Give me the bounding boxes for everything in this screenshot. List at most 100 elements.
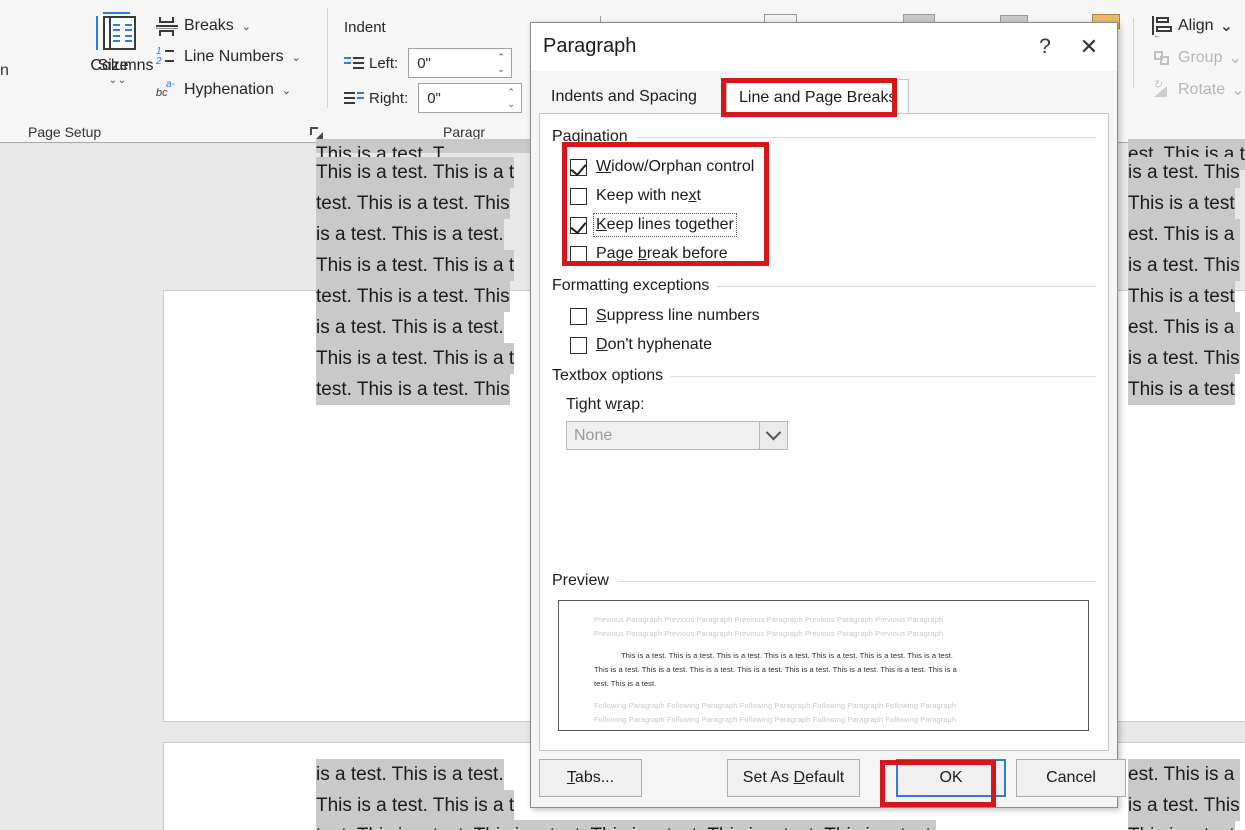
stepper-down-icon[interactable]: ⌄ — [497, 65, 505, 73]
ribbon-divider — [327, 8, 328, 108]
label-rest: idow/Orphan control — [611, 158, 754, 175]
label-rest: on't hyphenate — [608, 336, 712, 353]
chevron-down-icon[interactable]: ⌄ — [242, 20, 251, 33]
hyphenation-button[interactable]: bca- Hyphenation ⌄ — [156, 80, 291, 100]
preview-following-paragraph-line: Following Paragraph Following Paragraph … — [594, 715, 956, 724]
indent-right-input[interactable]: 0" ⌃ ⌄ — [418, 83, 522, 113]
tabs-button[interactable]: Tabs... — [539, 759, 642, 797]
indent-right-label: Right: — [369, 90, 408, 107]
tab-line-and-page-breaks[interactable]: Line and Page Breaks — [726, 79, 909, 114]
chevron-down-icon[interactable]: ⌄ — [292, 51, 301, 64]
document-line: This is a test. This is a t — [316, 157, 514, 188]
preview-body-line: test. This is a test. — [594, 679, 656, 688]
align-label: Align — [1178, 17, 1214, 35]
document-line: test. This is a test. This — [316, 374, 510, 405]
label-rest: t — [697, 187, 701, 204]
indent-left-input[interactable]: 0" ⌃ ⌄ — [408, 48, 512, 78]
chevron-down-icon[interactable]: ⌄ — [282, 84, 291, 97]
chevron-down-icon[interactable]: ⌄ — [79, 76, 165, 86]
group-button: Group ⌄ — [1152, 48, 1242, 68]
dialog-button-row: Tabs... Set As Default OK Cancel — [539, 759, 1109, 797]
document-line: is a test. This — [1128, 790, 1240, 821]
tight-wrap-select[interactable]: None — [566, 421, 788, 450]
checkbox-label: Suppress line numbers — [596, 307, 760, 325]
align-icon: ← — [1152, 16, 1172, 36]
paragraph-preview: Previous Paragraph Previous Paragraph Pr… — [558, 600, 1089, 731]
document-line: test. This is a test. This — [316, 281, 510, 312]
page-setup-dialog-launcher-icon[interactable] — [310, 126, 323, 139]
dialog-tab-panel: Pagination Widow/Orphan control Keep wit… — [539, 113, 1109, 751]
indent-left-label: Left: — [369, 55, 398, 72]
tight-wrap-label: Tight wrap: — [566, 396, 645, 414]
checkbox-keep-lines-together[interactable]: Keep lines together — [570, 216, 734, 234]
stepper-down-icon[interactable]: ⌄ — [507, 100, 515, 108]
checkbox-icon[interactable] — [570, 188, 587, 205]
paragraph-group-label: Paragr — [443, 124, 485, 140]
checkbox-icon[interactable] — [570, 246, 587, 263]
ok-button-label: OK — [939, 769, 962, 787]
label-rest: efault — [805, 769, 844, 786]
document-line: test. This is a test. This is a test. Th… — [316, 820, 936, 830]
indent-right-row: Right: 0" ⌃ ⌄ — [344, 83, 522, 113]
hyphenation-label: Hyphenation — [184, 81, 274, 99]
stepper-up-icon[interactable]: ⌃ — [507, 88, 515, 96]
line-numbers-button[interactable]: 12 Line Numbers ⌄ — [156, 47, 301, 67]
close-icon[interactable]: ✕ — [1073, 33, 1105, 61]
indent-group-label: Indent — [344, 19, 386, 36]
document-line: is a test. This — [1128, 250, 1240, 281]
rotate-button: ↻ Rotate ⌄ — [1152, 80, 1245, 100]
document-line: est. This is a — [1128, 312, 1240, 343]
stepper-up-icon[interactable]: ⌃ — [497, 53, 505, 61]
checkbox-icon[interactable] — [570, 217, 587, 234]
section-divider — [717, 286, 1096, 287]
checkbox-keep-with-next[interactable]: Keep with next — [570, 187, 701, 205]
set-as-default-button[interactable]: Set As Default — [727, 759, 860, 797]
checkbox-label: Page break before — [596, 245, 728, 263]
columns-button-final[interactable]: Columns ⌄ — [79, 12, 165, 86]
indent-left-value: 0" — [409, 55, 431, 72]
indent-left-stepper[interactable]: ⌃ ⌄ — [495, 51, 507, 75]
formatting-exceptions-section-title: Formatting exceptions — [552, 277, 709, 295]
checkbox-icon[interactable] — [570, 337, 587, 354]
preview-previous-paragraph-line: Previous Paragraph Previous Paragraph Pr… — [594, 615, 943, 624]
indent-left-row: Left: 0" ⌃ ⌄ — [344, 48, 512, 78]
chevron-down-icon[interactable] — [759, 422, 787, 449]
columns-icon — [105, 12, 139, 54]
checkbox-icon[interactable] — [570, 159, 587, 176]
align-button[interactable]: ← Align ⌄ — [1152, 16, 1233, 36]
ribbon-divider — [1133, 18, 1134, 88]
line-numbers-label: Line Numbers — [184, 48, 284, 66]
ribbon-partial-left-label: n — [0, 62, 9, 80]
checkbox-widow-orphan-control[interactable]: Widow/Orphan control — [570, 158, 754, 176]
accel-char: W — [596, 158, 611, 175]
label-pre: Page — [596, 245, 638, 262]
ok-button[interactable]: OK — [896, 759, 1006, 797]
document-line: This is a test — [1128, 281, 1235, 312]
columns-button-label: Columns — [79, 56, 165, 76]
document-line: is a test. This — [1128, 343, 1240, 374]
indent-right-stepper[interactable]: ⌃ ⌄ — [505, 86, 517, 110]
document-line: This is a test — [1128, 374, 1235, 405]
breaks-button[interactable]: Breaks ⌄ — [156, 16, 251, 36]
preview-section-header: Preview — [552, 572, 1096, 590]
tab-indents-and-spacing[interactable]: Indents and Spacing — [539, 79, 709, 114]
checkbox-icon[interactable] — [570, 308, 587, 325]
document-line: is a test. This is a test. — [316, 759, 504, 790]
dialog-title-bar[interactable]: Paragraph ? ✕ — [531, 23, 1117, 71]
label-rest: abs... — [575, 769, 614, 786]
hyphenation-icon: bca- — [156, 80, 178, 100]
chevron-down-icon[interactable]: ⌄ — [1220, 16, 1233, 36]
indent-left-icon — [344, 55, 364, 71]
help-icon[interactable]: ? — [1031, 33, 1059, 61]
document-line: This is a test. This is a t — [316, 250, 514, 281]
accel-char: K — [596, 216, 607, 233]
cancel-button[interactable]: Cancel — [1016, 759, 1126, 797]
checkbox-dont-hyphenate[interactable]: Don't hyphenate — [570, 336, 712, 354]
tight-wrap-value: None — [567, 427, 612, 445]
checkbox-page-break-before[interactable]: Page break before — [570, 245, 728, 263]
dialog-tabstrip: Indents and Spacing Line and Page Breaks — [539, 79, 1109, 114]
tab-line-and-page-breaks-label: Line and Page Breaks — [739, 89, 896, 106]
document-line: This is a test — [1128, 820, 1235, 830]
textbox-options-section-header: Textbox options — [552, 367, 1096, 385]
checkbox-suppress-line-numbers[interactable]: Suppress line numbers — [570, 307, 760, 325]
